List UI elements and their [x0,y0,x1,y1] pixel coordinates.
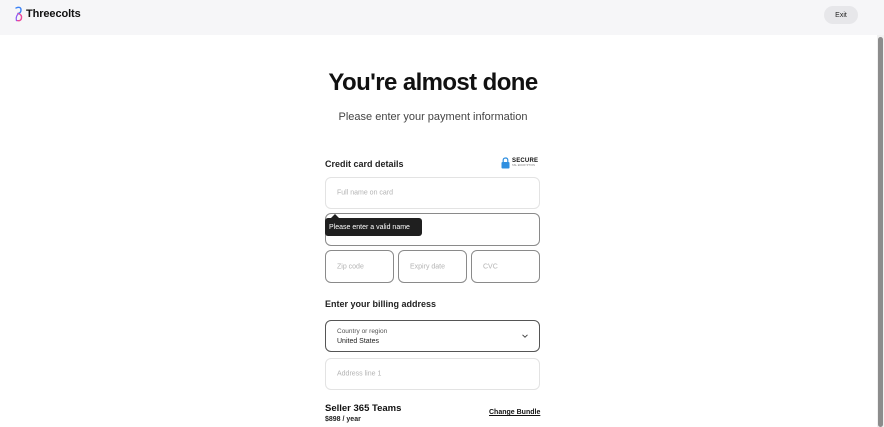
zip-code-placeholder: Zip code [337,263,364,270]
zip-code-field[interactable]: Zip code [325,250,394,283]
cvc-placeholder: CVC [483,263,498,270]
country-select-label: Country or region [337,328,388,335]
full-name-field[interactable]: Full name on card [325,177,540,209]
plan-price: $898 / year [325,416,361,423]
chevron-down-icon [522,334,528,338]
tooltip-text: Please enter a valid name [329,223,410,231]
top-bar: Threecolts Exit [0,0,884,35]
brand-logo[interactable]: Threecolts [15,6,81,22]
billing-section-title: Enter your billing address [325,299,437,309]
page-title: You're almost done [328,69,538,96]
vertical-scrollbar[interactable] [877,35,884,427]
secure-sublabel: SSL ENCRYPTION [512,164,536,168]
page-subtitle: Please enter your payment information [338,111,528,123]
expiry-date-field[interactable]: Expiry date [398,250,467,283]
cvc-field[interactable]: CVC [471,250,540,283]
secure-badge: SECURE SSL ENCRYPTION [501,157,538,169]
expiry-date-placeholder: Expiry date [410,263,446,270]
change-bundle-link[interactable]: Change Bundle [489,409,540,416]
brand-name: Threecolts [26,8,81,20]
plan-name: Seller 365 Teams [325,403,402,414]
address-line1-placeholder: Address line 1 [337,370,382,378]
scrollbar-thumb[interactable] [878,37,883,427]
exit-button[interactable]: Exit [824,6,858,24]
threecolts-logo-icon [15,6,23,22]
tooltip-arrow [331,214,339,218]
credit-card-section-title: Credit card details [325,159,404,169]
country-select[interactable]: Country or region United States [325,320,540,352]
full-name-placeholder: Full name on card [337,189,394,197]
lock-icon [501,157,510,169]
validation-tooltip: Please enter a valid name [325,214,422,236]
address-line1-field[interactable]: Address line 1 [325,358,540,390]
country-select-value: United States [337,338,380,345]
